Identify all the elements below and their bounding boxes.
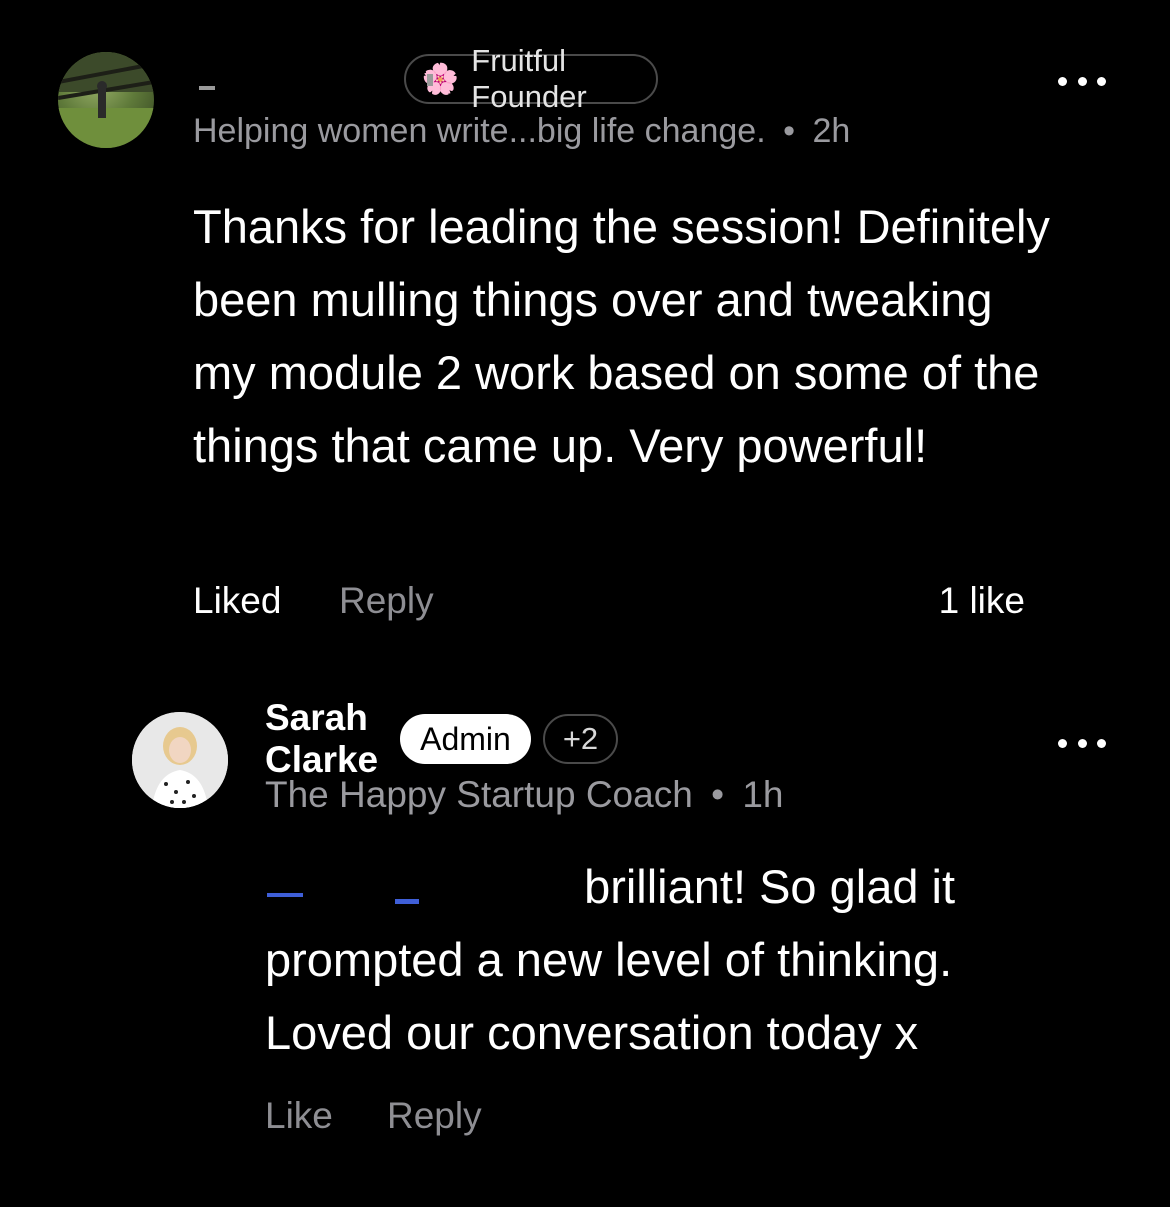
comment-body: brilliant! So glad it prompted a new lev… (265, 850, 1085, 1069)
avatar-photo (132, 712, 228, 808)
author-subtitle: Helping women write...big life change. •… (193, 112, 850, 151)
reply-button[interactable]: Reply (339, 580, 434, 622)
author-row: 🌸 Fruitful Founder (193, 43, 658, 114)
like-button[interactable]: Liked (193, 580, 281, 622)
author-name-redacted[interactable] (193, 64, 433, 94)
avatar-photo (58, 52, 154, 148)
author-row: Sarah Clarke Admin +2 (265, 697, 619, 780)
reply-button[interactable]: Reply (387, 1095, 482, 1137)
more-options-icon[interactable] (1058, 74, 1106, 88)
badge-label: Fruitful Founder (471, 43, 587, 114)
like-button[interactable]: Like (265, 1095, 333, 1137)
comment-actions: Liked Reply 1 like (193, 580, 1025, 634)
author-headline: The Happy Startup Coach (265, 774, 693, 815)
more-badges-count[interactable]: +2 (542, 714, 619, 764)
separator-dot: • (711, 774, 725, 815)
separator-dot: • (783, 112, 795, 150)
avatar[interactable] (132, 712, 228, 808)
mention-redacted[interactable] (265, 865, 571, 909)
author-subtitle: The Happy Startup Coach • 1h (265, 774, 783, 816)
timestamp: 2h (812, 112, 851, 150)
author-headline: Helping women write...big life change. (193, 112, 766, 150)
admin-badge[interactable]: Admin (400, 714, 531, 764)
more-options-icon[interactable] (1058, 736, 1106, 750)
author-name[interactable]: Sarah Clarke (265, 697, 378, 781)
timestamp: 1h (742, 774, 784, 815)
member-badge[interactable]: 🌸 Fruitful Founder (403, 43, 658, 114)
likes-count[interactable]: 1 like (939, 580, 1025, 622)
avatar[interactable] (58, 52, 154, 148)
comment-body: Thanks for leading the session! Definite… (193, 200, 1050, 472)
